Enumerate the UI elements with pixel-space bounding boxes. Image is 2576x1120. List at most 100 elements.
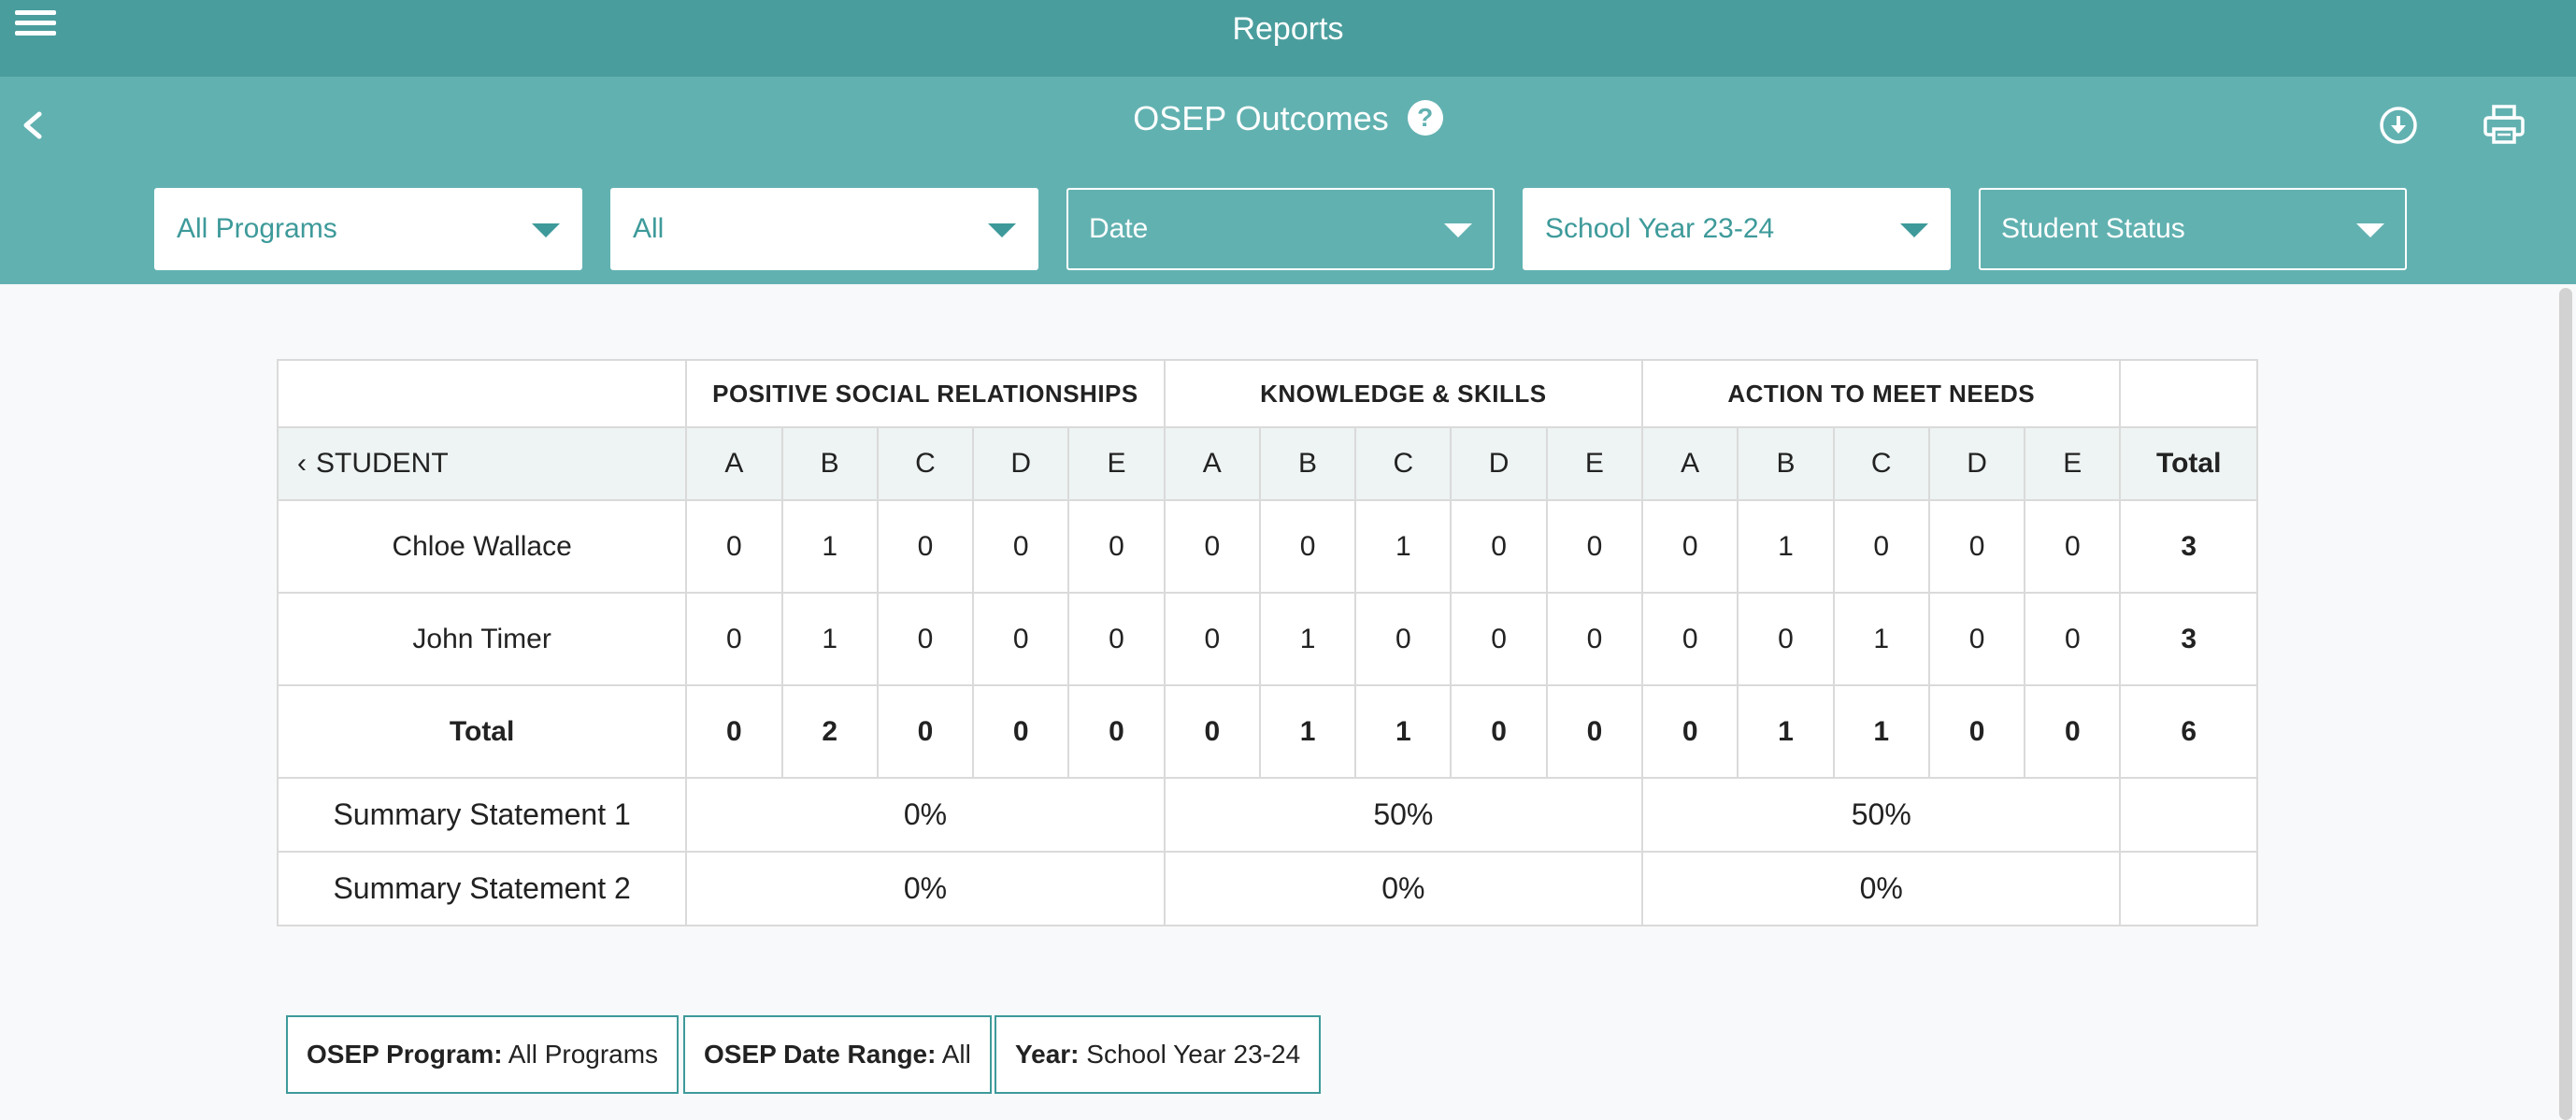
- chip-value: All Programs: [508, 1040, 659, 1069]
- table-cell: 0: [1832, 499, 1930, 594]
- table-cell: 0: [1163, 499, 1261, 594]
- row-total-cell: 3: [2119, 592, 2258, 686]
- table-row: John Timer 0 1 0 0 0 0 1 0 0 0 0 0 1 0 0…: [276, 592, 2258, 686]
- student-name-cell: John Timer: [276, 592, 688, 686]
- table-cell: 0: [685, 684, 783, 779]
- table-cell: 1: [780, 592, 879, 686]
- table-cell: 0: [972, 499, 1070, 594]
- summary-value-cell: 50%: [1163, 777, 1644, 853]
- table-cell: 0: [1927, 592, 2026, 686]
- table-cell: 0: [1163, 684, 1261, 779]
- table-cell: 0: [1354, 592, 1453, 686]
- table-cell: 0: [1641, 592, 1739, 686]
- summary-row: Summary Statement 1 0% 50% 50%: [276, 777, 2258, 853]
- table-cell: 1: [1737, 684, 1835, 779]
- student-name-cell: Chloe Wallace: [276, 499, 688, 594]
- school-year-filter-label: School Year 23-24: [1545, 213, 1775, 244]
- table-cell: 0: [1450, 684, 1548, 779]
- table-cell: 0: [972, 592, 1070, 686]
- grade-header: C: [876, 426, 975, 501]
- program-filter-dropdown[interactable]: All Programs: [154, 188, 582, 270]
- grade-header: D: [1450, 426, 1548, 501]
- grade-header: A: [1163, 426, 1261, 501]
- table-row: Chloe Wallace 0 1 0 0 0 0 0 1 0 0 0 1 0 …: [276, 499, 2258, 594]
- table-cell: 1: [1258, 592, 1357, 686]
- grade-header: C: [1832, 426, 1930, 501]
- summary-label-cell: Summary Statement 1: [276, 777, 688, 853]
- grade-header: B: [1737, 426, 1835, 501]
- table-cell: 0: [1450, 592, 1548, 686]
- grade-header: B: [1258, 426, 1357, 501]
- totals-label-cell: Total: [276, 684, 688, 779]
- chip-value: All: [941, 1040, 971, 1069]
- chevron-down-icon: [2356, 223, 2384, 237]
- help-icon[interactable]: ?: [1407, 100, 1443, 136]
- group-header-action-needs: ACTION TO MEET NEEDS: [1641, 359, 2122, 428]
- table-cell: 0: [2024, 499, 2122, 594]
- table-cell: 1: [780, 499, 879, 594]
- table-cell: 0: [685, 592, 783, 686]
- table-cell: 2: [780, 684, 879, 779]
- student-column-header[interactable]: ‹ STUDENT: [276, 426, 688, 501]
- chevron-down-icon: [988, 223, 1016, 237]
- chip-key: Year:: [1015, 1040, 1080, 1069]
- grade-header: C: [1354, 426, 1453, 501]
- grade-header: E: [1067, 426, 1166, 501]
- student-status-filter-dropdown[interactable]: Student Status: [1979, 188, 2407, 270]
- table-cell: 0: [1641, 499, 1739, 594]
- grade-header: E: [1545, 426, 1644, 501]
- program-filter-label: All Programs: [177, 213, 337, 244]
- table-cell: 1: [1258, 684, 1357, 779]
- summary-label-cell: Summary Statement 2: [276, 851, 688, 926]
- download-icon[interactable]: [2378, 105, 2419, 146]
- print-icon[interactable]: [2483, 103, 2526, 146]
- summary-value-cell: 50%: [1641, 777, 2122, 853]
- table-cell: 0: [876, 592, 975, 686]
- table-cell: 0: [1067, 592, 1166, 686]
- total-column-header: Total: [2119, 426, 2258, 501]
- table-cell: 0: [685, 499, 783, 594]
- summary-row: Summary Statement 2 0% 0% 0%: [276, 851, 2258, 926]
- table-cell: 0: [1067, 499, 1166, 594]
- group-header-positive-social: POSITIVE SOCIAL RELATIONSHIPS: [685, 359, 1166, 428]
- table-cell: 1: [1354, 684, 1453, 779]
- grade-header: D: [1927, 426, 2026, 501]
- chip-key: OSEP Program:: [307, 1040, 503, 1069]
- table-cell: 0: [2024, 684, 2122, 779]
- table-cell: 0: [1737, 592, 1835, 686]
- grade-header: B: [780, 426, 879, 501]
- table-cell: 0: [1927, 684, 2026, 779]
- table-cell: 1: [1354, 499, 1453, 594]
- table-cell: 0: [876, 499, 975, 594]
- summary-value-cell: 0%: [685, 851, 1166, 926]
- summary-value-cell: 0%: [685, 777, 1166, 853]
- osep-outcomes-table: POSITIVE SOCIAL RELATIONSHIPS KNOWLEDGE …: [276, 359, 2258, 926]
- summary-value-cell: 0%: [1163, 851, 1644, 926]
- table-cell: 0: [1545, 684, 1644, 779]
- table-cell: 0: [1258, 499, 1357, 594]
- chevron-down-icon: [532, 223, 560, 237]
- vertical-scrollbar[interactable]: [2559, 288, 2572, 1120]
- range-filter-dropdown[interactable]: All: [610, 188, 1038, 270]
- date-filter-dropdown[interactable]: Date: [1066, 188, 1495, 270]
- grade-header: D: [972, 426, 1070, 501]
- row-total-cell: 3: [2119, 499, 2258, 594]
- app-header: Reports: [0, 0, 2576, 77]
- table-cell: 0: [1545, 592, 1644, 686]
- empty-header-cell: [2119, 359, 2258, 428]
- school-year-filter-dropdown[interactable]: School Year 23-24: [1523, 188, 1951, 270]
- page-title: OSEP Outcomes: [1133, 99, 1389, 137]
- table-cell: 0: [1067, 684, 1166, 779]
- filter-bar: All Programs All Date School Year 23-24 …: [0, 174, 2576, 284]
- page-header: OSEP Outcomes?: [0, 77, 2576, 174]
- summary-value-cell: 0%: [1641, 851, 2122, 926]
- table-cell: 0: [1641, 684, 1739, 779]
- table-cell: 0: [1927, 499, 2026, 594]
- page-title-wrap: OSEP Outcomes?: [0, 99, 2576, 138]
- student-header-label: STUDENT: [316, 448, 449, 479]
- table-cell: 0: [2024, 592, 2122, 686]
- chip-value: School Year 23-24: [1086, 1040, 1301, 1069]
- student-status-filter-label: Student Status: [2001, 213, 2185, 244]
- grade-header: A: [685, 426, 783, 501]
- chevron-left-icon[interactable]: ‹: [297, 448, 307, 480]
